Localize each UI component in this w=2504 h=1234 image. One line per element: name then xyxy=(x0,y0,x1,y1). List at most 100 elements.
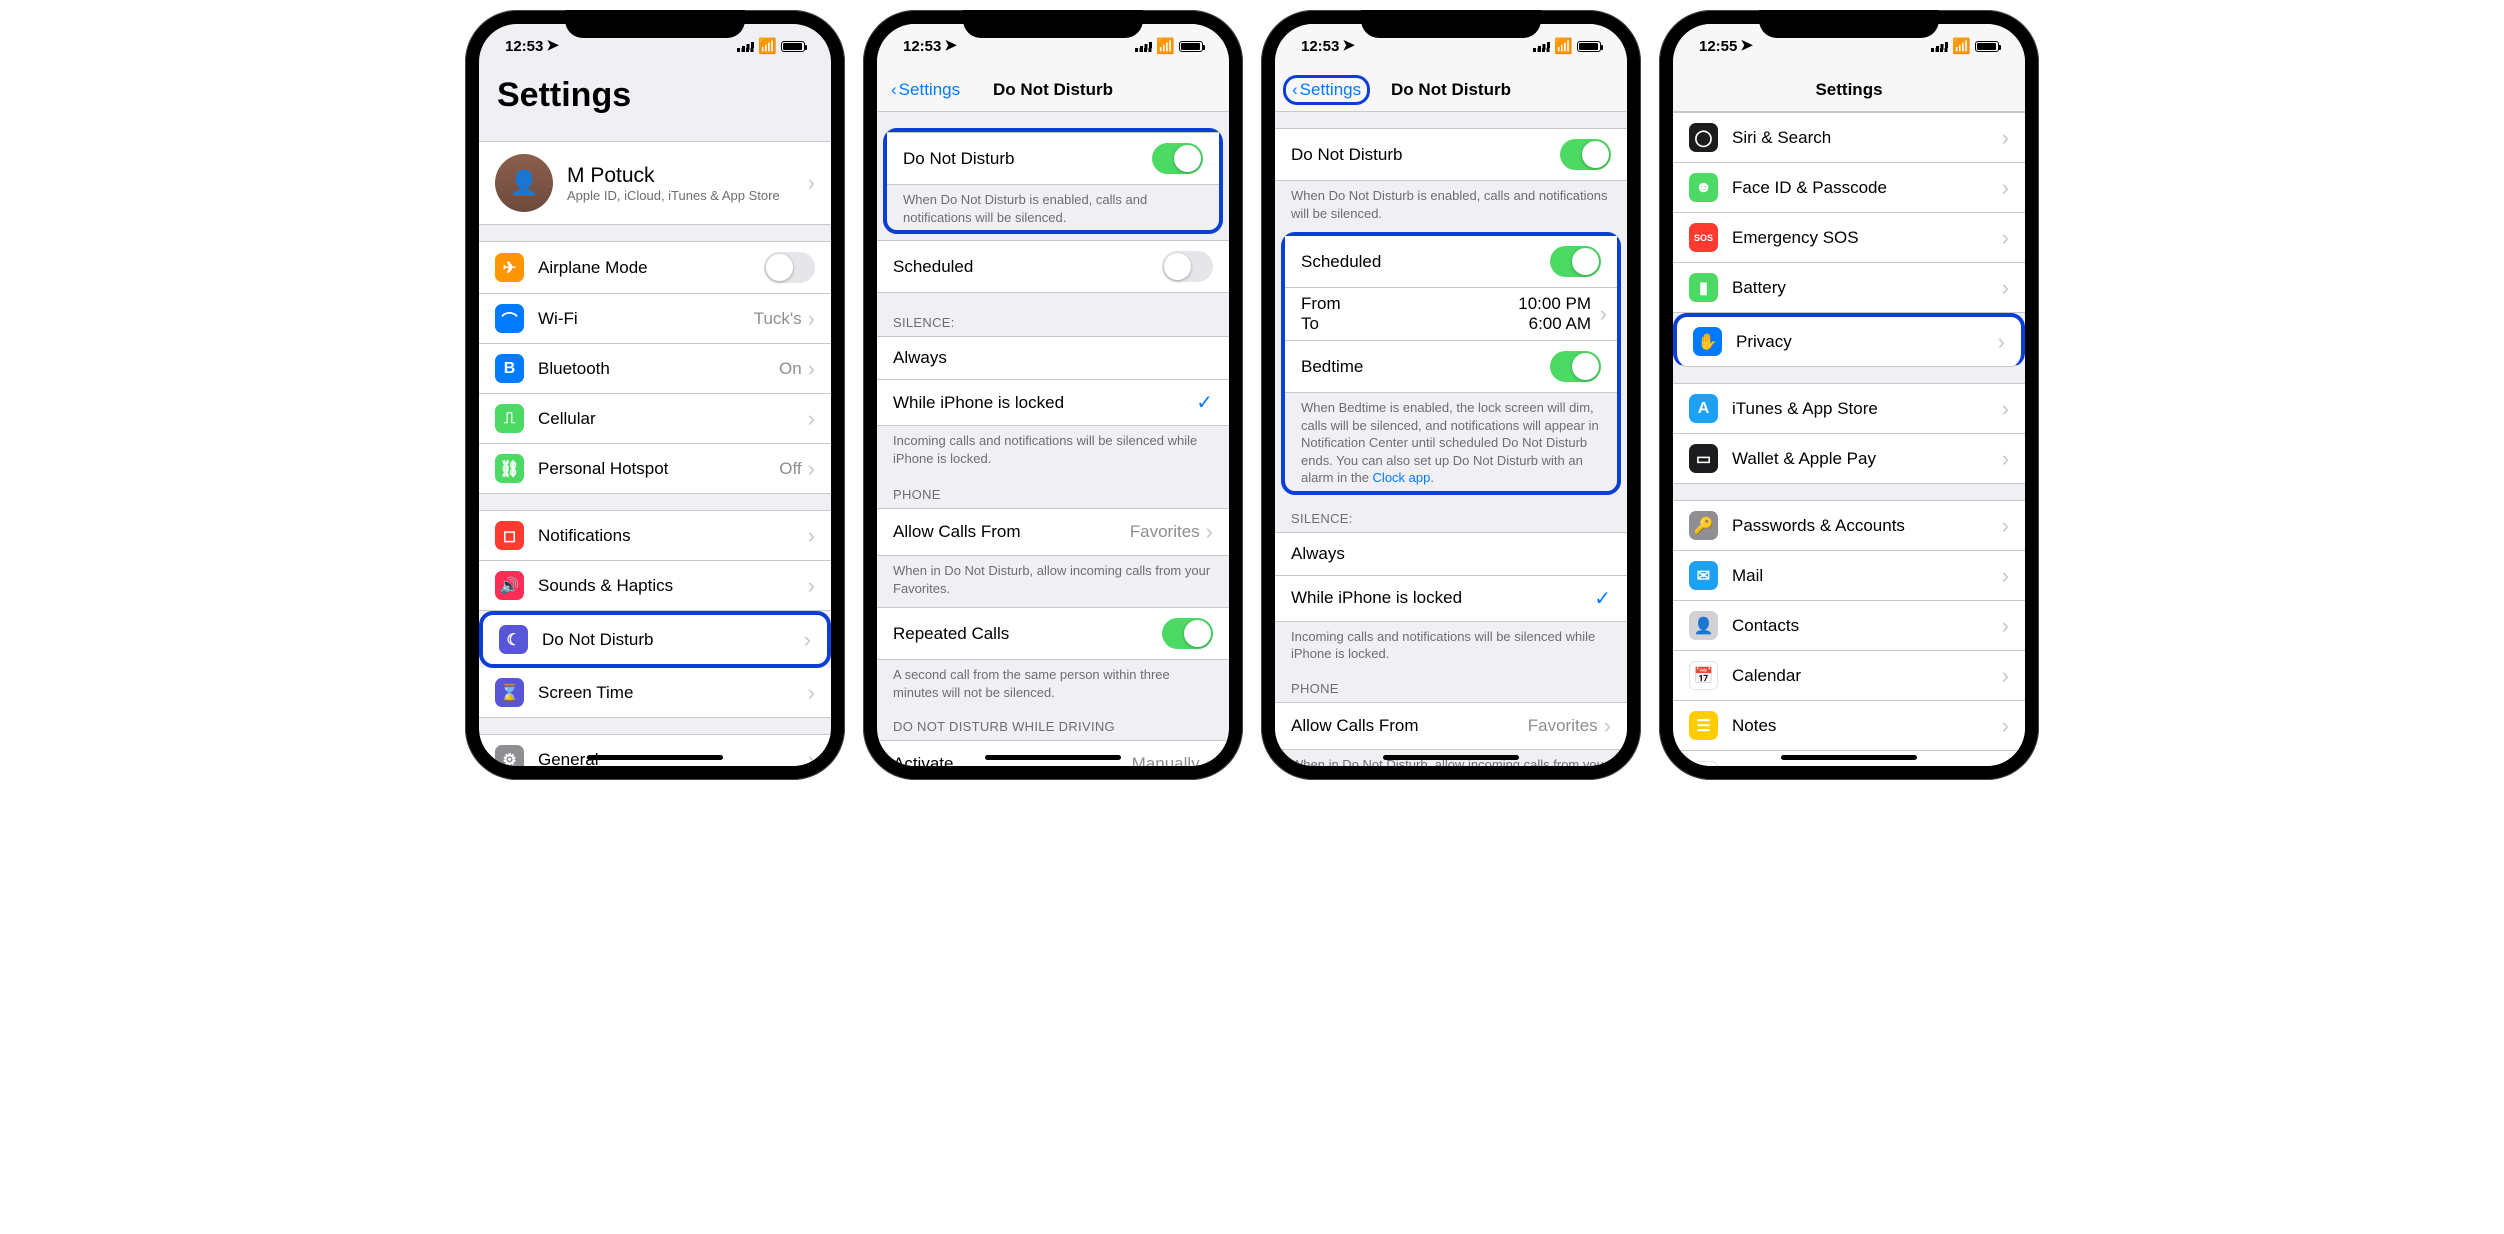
always-row[interactable]: Always xyxy=(1275,532,1627,576)
row-label: Wi-Fi xyxy=(538,309,754,329)
chevron-icon: › xyxy=(2002,563,2009,589)
phone-2: 12:53➤ 📶 ‹Settings Do Not Disturb Do Not… xyxy=(863,10,1243,780)
battery-icon xyxy=(1577,41,1601,52)
row-label: Calendar xyxy=(1732,666,2002,686)
activate-row[interactable]: ActivateManually› xyxy=(877,740,1229,766)
content: Do Not Disturb When Do Not Disturb is en… xyxy=(1275,112,1627,766)
dnd-toggle[interactable] xyxy=(1152,143,1203,174)
home-indicator[interactable] xyxy=(587,755,723,760)
row-label: Cellular xyxy=(538,409,808,429)
clock-app-link[interactable]: Clock app xyxy=(1373,470,1431,485)
repeated-calls-row[interactable]: Repeated Calls xyxy=(877,607,1229,660)
chevron-icon: › xyxy=(808,356,815,382)
scheduled-row[interactable]: Scheduled xyxy=(877,240,1229,293)
row-label: Mail xyxy=(1732,566,2002,586)
row-icon: ▮ xyxy=(1689,273,1718,302)
dnd-toggle-row[interactable]: Do Not Disturb xyxy=(887,132,1219,185)
row-icon: ◻ xyxy=(495,521,524,550)
chevron-icon: › xyxy=(2002,396,2009,422)
home-indicator[interactable] xyxy=(1781,755,1917,760)
chevron-icon: › xyxy=(808,573,815,599)
home-indicator[interactable] xyxy=(985,755,1121,760)
notch xyxy=(1361,10,1541,38)
wifi-icon: 📶 xyxy=(1554,37,1573,55)
settings-row[interactable]: ☾ Do Not Disturb› xyxy=(479,611,831,668)
always-row[interactable]: Always xyxy=(877,336,1229,380)
status-time: 12:55 xyxy=(1699,38,1737,55)
bedtime-row[interactable]: Bedtime xyxy=(1285,341,1617,393)
row-icon: ☻ xyxy=(1689,173,1718,202)
settings-row[interactable]: ✈ Airplane Mode xyxy=(479,241,831,294)
row-label: Bluetooth xyxy=(538,359,779,379)
scheduled-toggle[interactable] xyxy=(1162,251,1213,282)
settings-row[interactable]: ▮ Battery› xyxy=(1673,263,2025,313)
settings-row[interactable]: SOS Emergency SOS› xyxy=(1673,213,2025,263)
settings-row[interactable]: 👤 Contacts› xyxy=(1673,601,2025,651)
settings-row[interactable]: 🔊 Sounds & Haptics› xyxy=(479,561,831,611)
row-icon: SOS xyxy=(1689,223,1718,252)
locked-row[interactable]: While iPhone is locked✓ xyxy=(1275,576,1627,622)
settings-row[interactable]: ✋ Privacy› xyxy=(1673,313,2025,367)
toggle[interactable] xyxy=(764,252,815,283)
settings-row[interactable]: 🔑 Passwords & Accounts› xyxy=(1673,500,2025,551)
chevron-icon: › xyxy=(1206,519,1213,545)
scheduled-row[interactable]: Scheduled xyxy=(1285,236,1617,288)
location-icon: ➤ xyxy=(1342,36,1355,54)
settings-row[interactable]: ☰ Notes› xyxy=(1673,701,2025,751)
row-label: Screen Time xyxy=(538,683,808,703)
row-icon: ▭ xyxy=(1689,444,1718,473)
location-icon: ➤ xyxy=(546,36,559,54)
phone-4: 12:55➤ 📶 Settings ◯ Siri & Search› ☻ Fac… xyxy=(1659,10,2039,780)
profile-sub: Apple ID, iCloud, iTunes & App Store xyxy=(567,188,808,203)
allow-calls-row[interactable]: Allow Calls FromFavorites› xyxy=(1275,702,1627,750)
settings-row[interactable]: ◻ Notifications› xyxy=(479,510,831,561)
nav-bar: Settings xyxy=(1673,68,2025,112)
chevron-icon: › xyxy=(1600,301,1607,327)
phone-1: 12:53➤ 📶 Settings 👤 M Potuck Apple ID, i… xyxy=(465,10,845,780)
back-button[interactable]: ‹Settings xyxy=(885,78,966,102)
home-indicator[interactable] xyxy=(1383,755,1519,760)
settings-row[interactable]: ⌛ Screen Time› xyxy=(479,668,831,718)
schedule-times-row[interactable]: From10:00 PM To6:00 AM › xyxy=(1285,288,1617,341)
silence-header: SILENCE: xyxy=(877,309,1229,336)
settings-row[interactable]: ⛓ Personal HotspotOff› xyxy=(479,444,831,494)
settings-row[interactable]: ✉ Mail› xyxy=(1673,551,2025,601)
bedtime-toggle[interactable] xyxy=(1550,351,1601,382)
settings-row[interactable]: 📅 Calendar› xyxy=(1673,651,2025,701)
dnd-toggle[interactable] xyxy=(1560,139,1611,170)
settings-row[interactable]: ⚙ General› xyxy=(479,734,831,766)
settings-row[interactable]: ▭ Wallet & Apple Pay› xyxy=(1673,434,2025,484)
row-label: Privacy xyxy=(1736,332,1998,352)
chevron-icon: › xyxy=(2002,446,2009,472)
silence-footer: Incoming calls and notifications will be… xyxy=(1275,622,1627,667)
settings-row[interactable]: B BluetoothOn› xyxy=(479,344,831,394)
wifi-icon: 📶 xyxy=(1156,37,1175,55)
row-icon: 👤 xyxy=(1689,611,1718,640)
settings-row[interactable]: ◯ Siri & Search› xyxy=(1673,112,2025,163)
settings-row[interactable]: ⎍ Cellular› xyxy=(479,394,831,444)
screen: 12:55➤ 📶 Settings ◯ Siri & Search› ☻ Fac… xyxy=(1673,24,2025,766)
settings-row[interactable]: ☻ Face ID & Passcode› xyxy=(1673,163,2025,213)
chevron-icon: › xyxy=(808,306,815,332)
scheduled-toggle[interactable] xyxy=(1550,246,1601,277)
repeated-toggle[interactable] xyxy=(1162,618,1213,649)
row-icon: ⋮ xyxy=(1689,761,1718,766)
row-icon: ⌛ xyxy=(495,678,524,707)
allow-footer: When in Do Not Disturb, allow incoming c… xyxy=(877,556,1229,601)
row-label: Passwords & Accounts xyxy=(1732,516,2002,536)
locked-row[interactable]: While iPhone is locked✓ xyxy=(877,380,1229,426)
chevron-icon: › xyxy=(2002,663,2009,689)
settings-row[interactable]: ⌒ Wi-FiTuck's› xyxy=(479,294,831,344)
allow-calls-row[interactable]: Allow Calls FromFavorites› xyxy=(877,508,1229,556)
dnd-toggle-row[interactable]: Do Not Disturb xyxy=(1275,128,1627,181)
back-button[interactable]: ‹Settings xyxy=(1283,75,1370,105)
row-icon: 🔑 xyxy=(1689,511,1718,540)
status-time: 12:53 xyxy=(1301,38,1339,55)
notch xyxy=(1759,10,1939,38)
chevron-left-icon: ‹ xyxy=(1292,80,1298,100)
profile-row[interactable]: 👤 M Potuck Apple ID, iCloud, iTunes & Ap… xyxy=(479,141,831,225)
dnd-footer: When Do Not Disturb is enabled, calls an… xyxy=(887,185,1219,230)
row-icon: ✉ xyxy=(1689,561,1718,590)
row-label: Siri & Search xyxy=(1732,128,2002,148)
settings-row[interactable]: A iTunes & App Store› xyxy=(1673,383,2025,434)
